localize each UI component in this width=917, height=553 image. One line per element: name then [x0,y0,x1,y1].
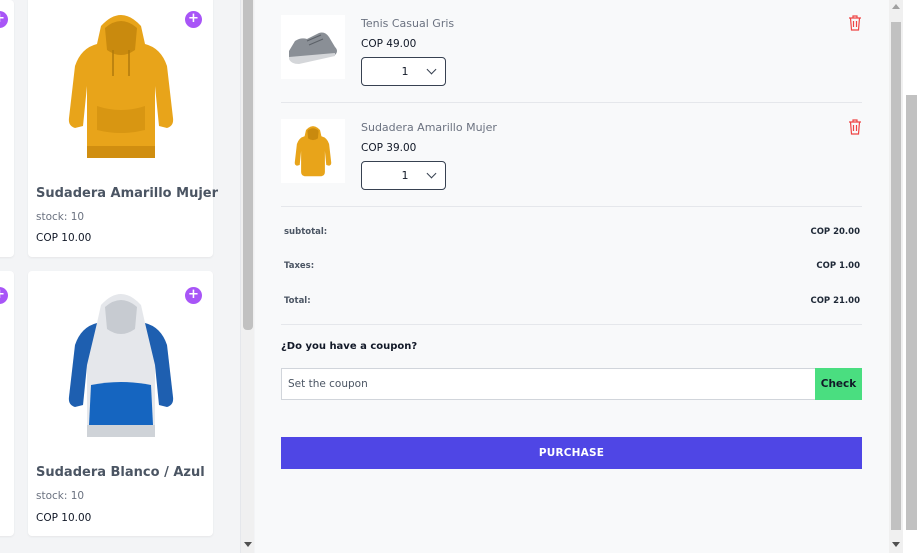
cart-panel: Tenis Casual Gris COP 49.00 1 Sudadera A… [255,0,889,553]
check-coupon-button[interactable]: Check [815,368,862,400]
yellow-hoodie-icon [28,0,213,176]
white-blue-hoodie-icon [28,275,213,455]
cart-item-price: COP 49.00 [361,38,417,50]
quantity-select[interactable]: 1 [361,161,446,190]
purchase-button[interactable]: PURCHASE [281,437,862,469]
product-grid: + + Sudadera Amarillo Mujer stock: 10 CO… [0,0,240,553]
product-title: Sudadera Blanco / Azul [36,465,205,480]
cart-item: Tenis Casual Gris COP 49.00 1 [281,0,862,103]
divider [281,324,862,325]
product-card-partial [0,271,14,536]
add-to-cart-button[interactable]: + [185,11,202,28]
gray-sneaker-icon [281,15,345,79]
grid-scrollbar[interactable] [240,0,254,553]
subtotal-value: COP 20.00 [810,227,860,237]
scroll-down-arrow-icon[interactable] [892,542,900,547]
scrollbar-thumb[interactable] [891,22,901,530]
add-to-cart-button[interactable]: + [185,287,202,304]
product-title: Sudadera Amarillo Mujer [36,186,219,201]
trash-icon[interactable] [848,15,862,31]
scroll-up-arrow-icon[interactable] [892,4,900,9]
product-stock: stock: 10 [36,211,85,223]
product-card: Sudadera Blanco / Azul stock: 10 COP 10.… [28,271,213,536]
quantity-select[interactable]: 1 [361,57,446,86]
cart-item-price: COP 39.00 [361,142,417,154]
taxes-value: COP 1.00 [816,261,860,271]
product-card: Sudadera Amarillo Mujer stock: 10 COP 10… [28,0,218,257]
summary-taxes: Taxes: COP 1.00 [281,261,862,275]
product-price: COP 10.00 [36,512,92,524]
scrollbar-thumb[interactable] [243,0,253,330]
quantity-value: 1 [401,65,409,78]
subtotal-label: subtotal: [284,227,328,237]
divider [281,102,862,103]
trash-icon[interactable] [848,119,862,135]
taxes-label: Taxes: [284,261,315,271]
coupon-input[interactable] [281,368,816,400]
product-stock: stock: 10 [36,490,85,502]
cart-item: Sudadera Amarillo Mujer COP 39.00 1 [281,104,862,207]
page-scrollbar-thumb[interactable] [906,95,917,530]
yellow-hoodie-icon [281,119,345,183]
scroll-down-arrow-icon[interactable] [244,542,252,547]
cart-scrollbar[interactable] [889,0,903,553]
total-label: Total: [284,296,311,306]
summary-subtotal: subtotal: COP 20.00 [281,227,862,241]
cart-item-name: Sudadera Amarillo Mujer [361,121,497,134]
product-price: COP 10.00 [36,232,92,244]
product-card-partial [0,0,14,257]
total-value: COP 21.00 [810,296,860,306]
app-root: + + Sudadera Amarillo Mujer stock: 10 CO… [0,0,917,553]
summary-total: Total: COP 21.00 [281,296,862,310]
coupon-question: ¿Do you have a coupon? [281,341,418,352]
quantity-value: 1 [401,169,409,182]
divider [281,206,862,207]
cart-item-name: Tenis Casual Gris [361,17,455,30]
